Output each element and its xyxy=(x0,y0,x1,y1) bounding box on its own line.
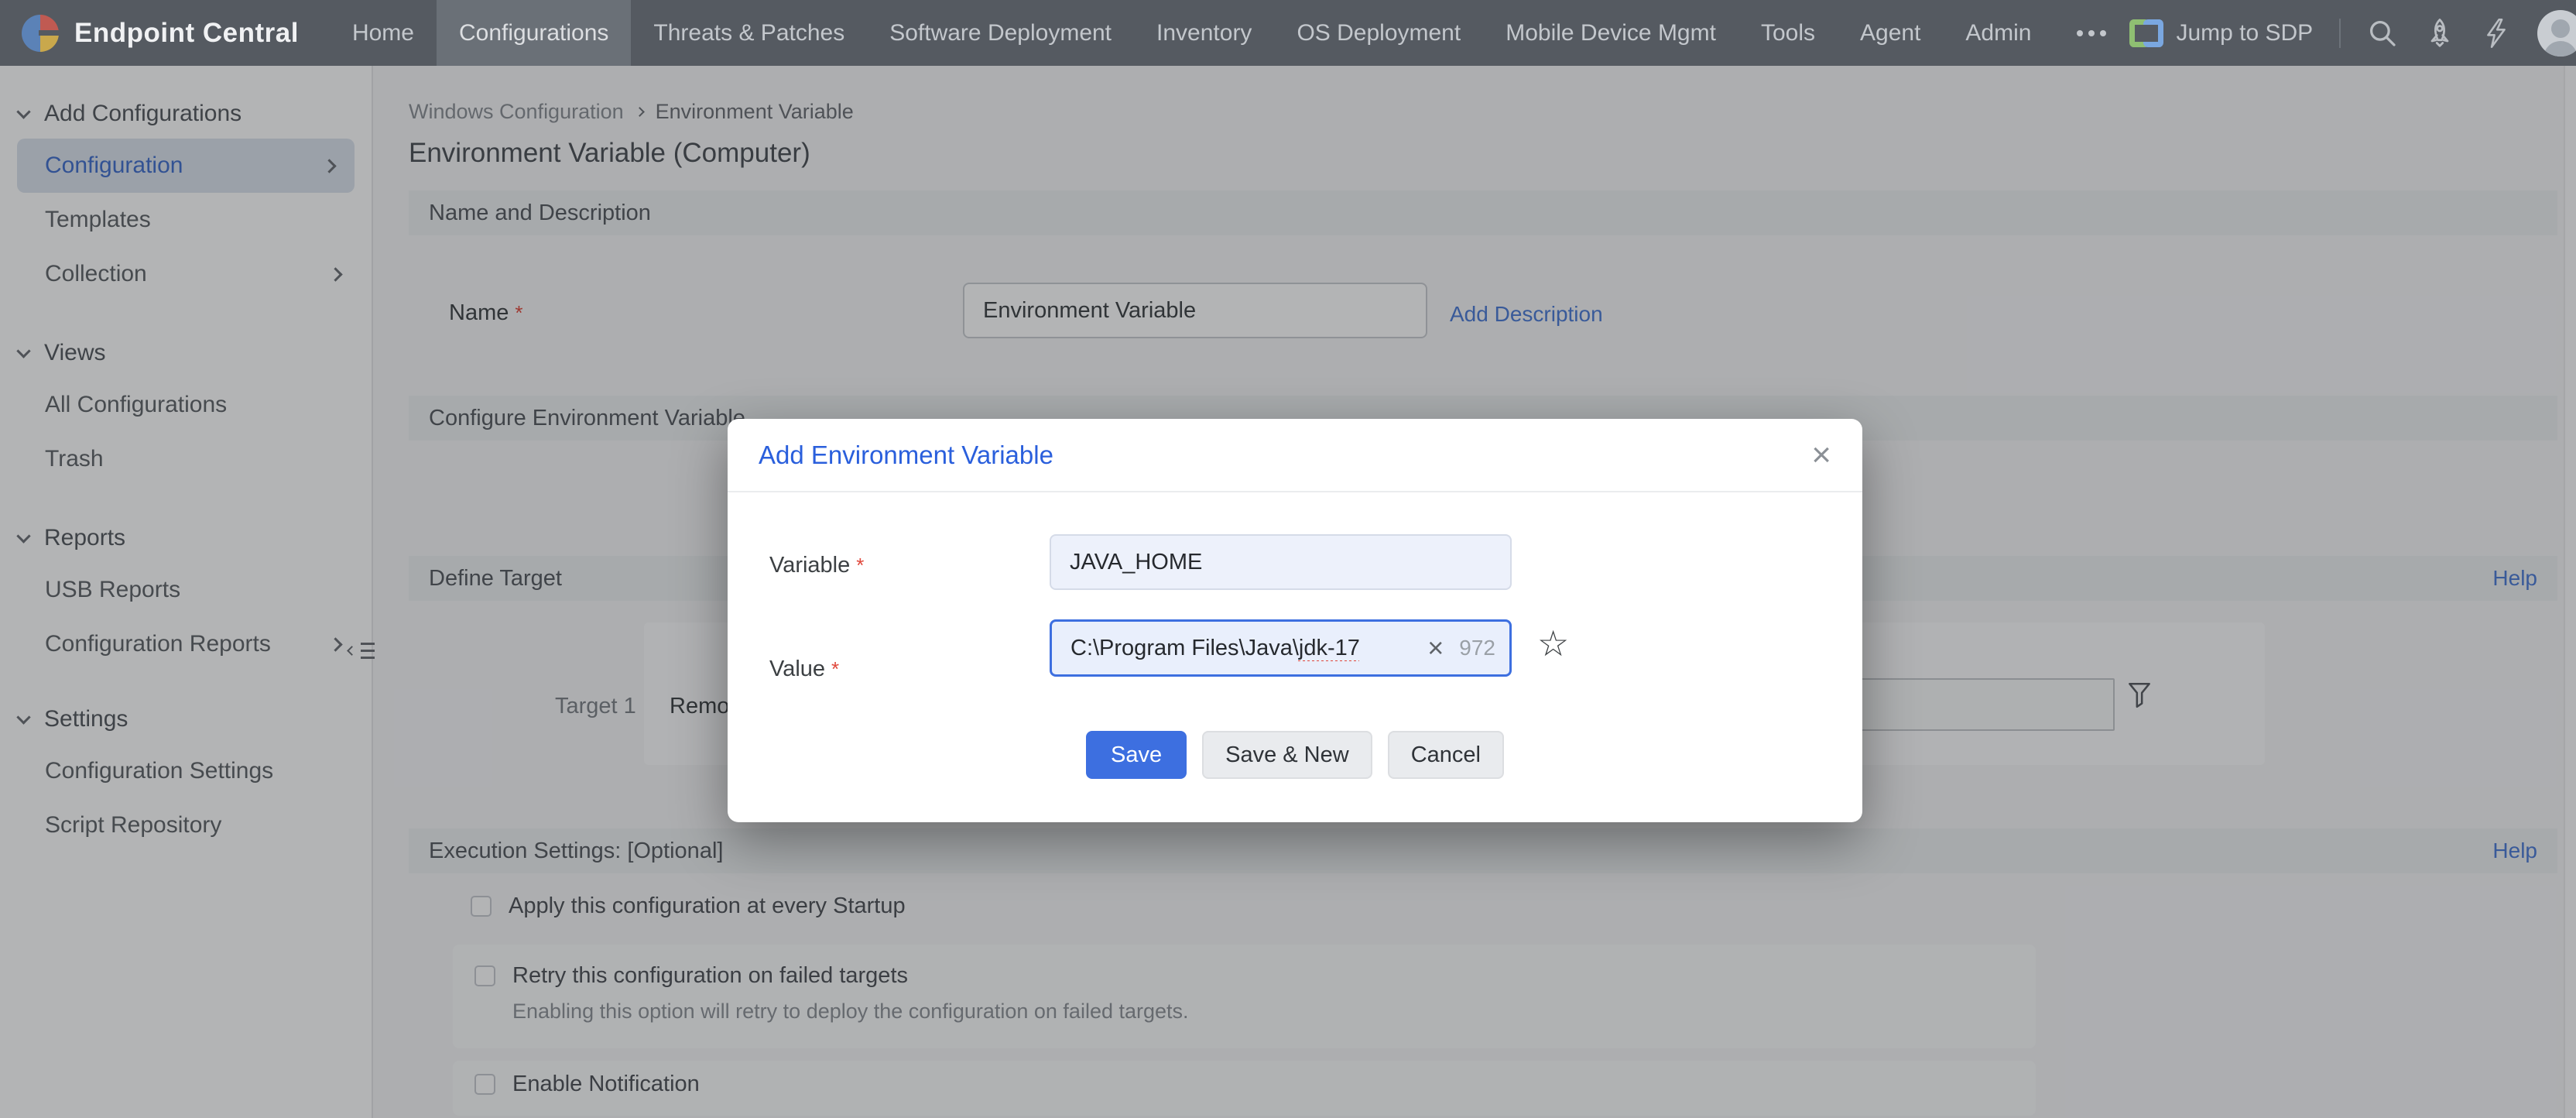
required-asterisk: * xyxy=(831,657,839,681)
lightning-icon[interactable] xyxy=(2482,18,2511,49)
nav-item-admin[interactable]: Admin xyxy=(1943,0,2054,66)
modal-buttons: Save Save & New Cancel xyxy=(728,731,1862,779)
save-and-new-button[interactable]: Save & New xyxy=(1202,731,1372,779)
value-text: C:\Program Files\Java\jdk-17 xyxy=(1070,636,1420,661)
value-label: Value* xyxy=(769,657,839,682)
value-input[interactable]: C:\Program Files\Java\jdk-17 × 972 xyxy=(1050,619,1512,677)
star-icon[interactable]: ☆ xyxy=(1537,626,1569,661)
sdp-logo-icon xyxy=(2129,16,2163,50)
divider xyxy=(2339,19,2341,48)
close-icon[interactable]: × xyxy=(1811,438,1831,472)
modal-header: Add Environment Variable × xyxy=(728,419,1862,492)
cancel-button[interactable]: Cancel xyxy=(1388,731,1504,779)
add-environment-variable-modal: Add Environment Variable × Variable* Val… xyxy=(728,419,1862,822)
screen: Endpoint Central Home Configurations Thr… xyxy=(0,0,2576,1118)
nav-menu: Home Configurations Threats & Patches So… xyxy=(330,0,2130,66)
variable-input[interactable] xyxy=(1050,534,1512,590)
nav-item-tools[interactable]: Tools xyxy=(1738,0,1838,66)
clear-value-icon[interactable]: × xyxy=(1427,634,1444,662)
nav-item-os-deployment[interactable]: OS Deployment xyxy=(1274,0,1483,66)
nav-item-inventory[interactable]: Inventory xyxy=(1134,0,1274,66)
char-counter: 972 xyxy=(1459,636,1495,660)
endpoint-central-logo-icon xyxy=(22,15,59,52)
variable-label: Variable* xyxy=(769,553,864,578)
modal-title: Add Environment Variable xyxy=(759,441,1053,470)
jump-to-sdp-button[interactable]: Jump to SDP xyxy=(2129,16,2313,50)
navbar-right: Jump to SDP xyxy=(2129,10,2576,57)
nav-item-agent[interactable]: Agent xyxy=(1838,0,1943,66)
top-navbar: Endpoint Central Home Configurations Thr… xyxy=(0,0,2576,66)
nav-item-mobile-device-mgmt[interactable]: Mobile Device Mgmt xyxy=(1483,0,1738,66)
rocket-icon[interactable] xyxy=(2424,18,2455,49)
save-button[interactable]: Save xyxy=(1086,731,1187,779)
nav-item-software-deployment[interactable]: Software Deployment xyxy=(867,0,1134,66)
brand[interactable]: Endpoint Central xyxy=(0,15,330,52)
nav-more-menu-icon[interactable] xyxy=(2054,0,2129,66)
modal-body: Variable* Value* C:\Program Files\Java\j… xyxy=(728,492,1862,821)
nav-item-threats-patches[interactable]: Threats & Patches xyxy=(631,0,867,66)
required-asterisk: * xyxy=(856,554,864,577)
jump-to-sdp-label: Jump to SDP xyxy=(2176,20,2313,46)
search-icon[interactable] xyxy=(2367,18,2398,49)
spellcheck-underline: jdk-17 xyxy=(1299,636,1360,660)
brand-name: Endpoint Central xyxy=(74,18,299,49)
nav-item-home[interactable]: Home xyxy=(330,0,437,66)
nav-item-configurations[interactable]: Configurations xyxy=(437,0,631,66)
user-avatar[interactable] xyxy=(2537,10,2576,57)
